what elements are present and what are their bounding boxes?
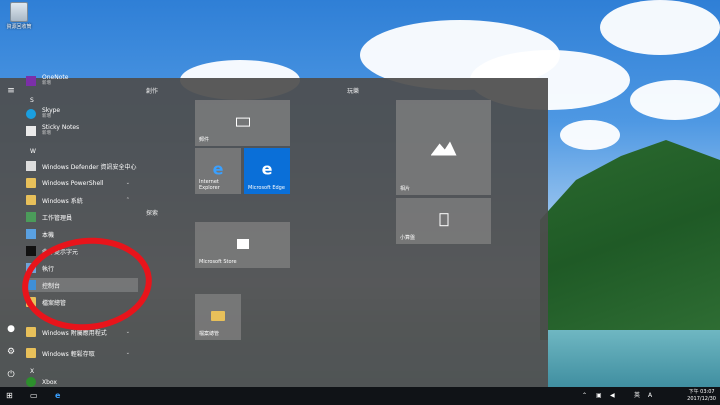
network-icon[interactable]: ▣ — [596, 391, 602, 401]
folder-icon — [26, 195, 36, 205]
sticky-notes-icon — [26, 126, 36, 136]
tile-microsoft-store[interactable]: Microsoft Store — [195, 222, 290, 268]
skype-icon — [26, 109, 36, 119]
tile-label: 檔案總管 — [199, 331, 220, 337]
recycle-bin-shortcut[interactable]: 資源回收筒 — [4, 2, 34, 30]
list-item-windows-system[interactable]: Windows 系統 ⌃ — [26, 193, 138, 207]
tile-internet-explorer[interactable]: e Internet Explorer — [195, 148, 241, 194]
clock-date: 2017/12/30 — [687, 396, 716, 402]
gear-icon[interactable]: ⚙ — [6, 347, 16, 357]
terminal-icon — [26, 246, 36, 256]
user-icon[interactable]: ● — [6, 324, 16, 334]
list-item-powershell[interactable]: Windows PowerShell ⌄ — [26, 176, 138, 190]
tile-calculator[interactable]: 小算盤 — [396, 198, 491, 244]
group-header-play[interactable]: 玩樂 — [347, 86, 359, 95]
chevron-down-icon: ⌄ — [125, 350, 130, 356]
internet-explorer-icon: e — [212, 159, 224, 179]
clock[interactable]: 下午 03:07 2017/12/30 — [687, 389, 716, 403]
folder-icon — [26, 348, 36, 358]
tile-microsoft-edge[interactable]: e Microsoft Edge — [244, 148, 290, 194]
chevron-up-icon[interactable]: ⌃ — [582, 391, 587, 401]
list-item-task-manager[interactable]: 工作管理員 — [26, 210, 138, 224]
power-icon[interactable]: ⏻ — [6, 370, 16, 380]
shield-icon — [26, 161, 36, 171]
app-sub: 新增 — [42, 131, 51, 136]
taskbar: ⊞ ▭ e ⌃ ▣ ◀ 英 A 下午 03:07 2017/12/30 — [0, 387, 720, 405]
list-item-ease-of-access[interactable]: Windows 輕鬆存取 ⌄ — [26, 346, 138, 360]
task-view-icon[interactable]: ▭ — [30, 391, 38, 401]
folder-icon — [211, 311, 225, 321]
tile-label: 小算盤 — [400, 235, 416, 241]
start-menu: ≡ ● ⚙ ⏻ OneNote 新增 S Skype 新增 Sticky Not… — [0, 75, 548, 387]
list-item-sticky-notes[interactable]: Sticky Notes 新增 — [26, 124, 138, 138]
cloud — [560, 120, 620, 150]
app-name: Xbox — [42, 378, 57, 386]
xbox-icon — [26, 377, 36, 387]
folder-icon — [26, 327, 36, 337]
computer-icon — [26, 229, 36, 239]
app-name: Windows Defender 資訊安全中心 — [42, 163, 137, 171]
list-item-defender[interactable]: Windows Defender 資訊安全中心 — [26, 159, 138, 173]
tile-photos[interactable]: 相片 — [396, 100, 491, 195]
edge-icon: e — [261, 159, 273, 179]
cloud — [630, 80, 720, 120]
photo-icon — [430, 141, 457, 156]
tile-file-explorer[interactable]: 檔案總管 — [195, 294, 241, 340]
cloud — [600, 0, 720, 55]
mail-icon — [235, 117, 250, 127]
group-header-create[interactable]: 創作 — [146, 86, 158, 95]
tile-label: Microsoft Edge — [248, 185, 285, 191]
ime-indicator[interactable]: 英 — [634, 391, 640, 401]
windows-start-icon[interactable]: ⊞ — [6, 391, 13, 401]
app-name: Windows 系統 — [42, 197, 83, 205]
folder-icon — [26, 178, 36, 188]
tile-label: 相片 — [400, 186, 411, 192]
ime-mode-indicator[interactable]: A — [648, 391, 652, 401]
onenote-icon — [26, 76, 36, 86]
tile-label: Microsoft Store — [199, 259, 237, 265]
recycle-bin-label: 資源回收筒 — [6, 24, 32, 30]
volume-icon[interactable]: ◀ — [610, 391, 615, 401]
list-item-onenote[interactable]: OneNote 新增 — [26, 74, 138, 88]
hamburger-menu-icon[interactable]: ≡ — [6, 86, 16, 96]
recycle-bin-icon — [10, 2, 28, 22]
tile-label: 郵件 — [199, 137, 210, 143]
clock-time: 下午 03:07 — [688, 389, 715, 395]
group-header-explore[interactable]: 探索 — [146, 208, 158, 217]
mountain — [540, 140, 720, 340]
app-name: 本機 — [42, 231, 55, 239]
edge-taskbar-icon[interactable]: e — [55, 391, 60, 401]
section-letter-s[interactable]: S — [30, 97, 34, 104]
tile-label: Internet Explorer — [199, 179, 220, 191]
chevron-down-icon: ⌄ — [125, 329, 130, 335]
task-manager-icon — [26, 212, 36, 222]
app-name: Windows PowerShell — [42, 179, 104, 187]
app-list: OneNote 新增 S Skype 新增 Sticky Notes 新增 W … — [22, 75, 144, 387]
store-bag-icon — [236, 239, 249, 249]
chevron-up-icon: ⌃ — [125, 197, 130, 203]
list-item-skype[interactable]: Skype 新增 — [26, 107, 138, 121]
app-sub: 新增 — [42, 81, 51, 86]
app-name: 工作管理員 — [42, 214, 73, 222]
section-letter-x[interactable]: X — [30, 368, 34, 375]
chevron-down-icon: ⌄ — [125, 180, 130, 186]
start-rail: ≡ ● ⚙ ⏻ — [0, 78, 22, 387]
section-letter-w[interactable]: W — [30, 148, 36, 155]
app-name: Windows 輕鬆存取 — [42, 350, 95, 358]
calculator-icon — [439, 213, 448, 227]
app-sub: 新增 — [42, 114, 51, 119]
tile-mail[interactable]: 郵件 — [195, 100, 290, 146]
sea — [548, 330, 720, 388]
